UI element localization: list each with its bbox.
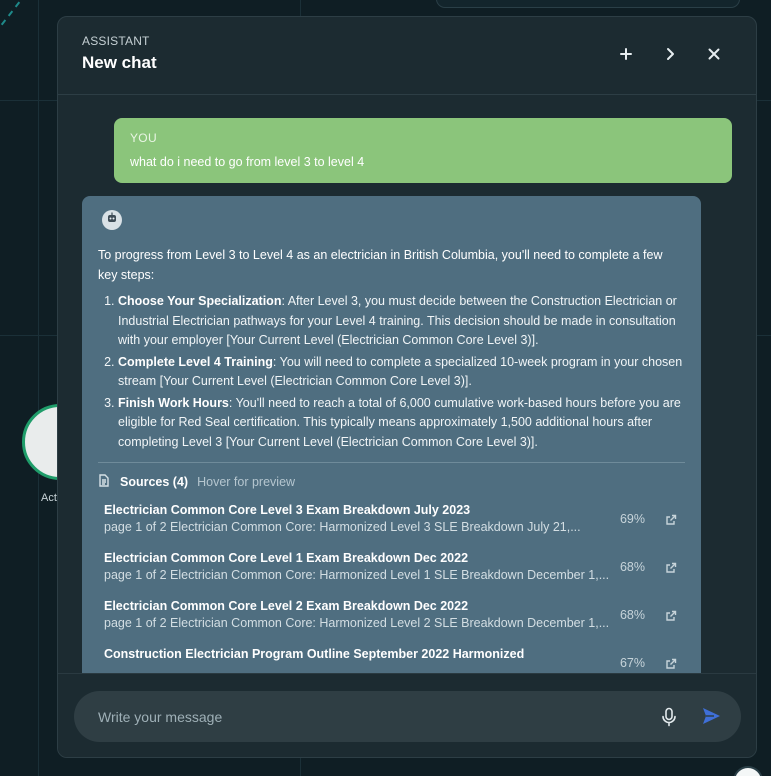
background-card [436,0,740,8]
plus-icon [618,46,634,67]
source-score: 67% [619,656,645,670]
source-list: Electrician Common Core Level 3 Exam Bre… [98,502,685,675]
robot-icon [105,211,119,230]
source-snippet: page 1 of 2 Electrician Common Core: Har… [104,520,581,534]
source-score: 68% [619,608,645,622]
step-title: Finish Work Hours [118,395,229,410]
chevron-right-icon [662,46,678,67]
source-title: Electrician Common Core Level 3 Exam Bre… [104,503,471,517]
microphone-icon [660,707,678,731]
panel-header: ASSISTANT New chat [58,17,756,95]
source-snippet: page 1 of 2 Electrician Common Core: Har… [104,568,610,582]
assistant-panel: ASSISTANT New chat YOU what do i need to… [57,16,757,758]
background-grid-line [38,0,39,776]
composer-area [58,673,756,757]
sources-hint: Hover for preview [197,475,296,489]
source-snippet: page 1 of 2 Electrician Common Core: Har… [104,616,610,630]
collapse-panel-button[interactable] [659,45,681,67]
external-link-icon[interactable] [665,657,677,669]
assistant-intro: To progress from Level 3 to Level 4 as a… [98,248,663,282]
send-button[interactable] [700,705,724,729]
step-title: Choose Your Specialization [118,294,282,308]
background-node-label: Act [41,492,57,504]
assistant-message: To progress from Level 3 to Level 4 as a… [82,196,701,675]
message-composer [74,691,741,742]
send-icon [700,708,722,731]
sources-header: Sources (4) Hover for preview [98,474,685,490]
user-message: YOU what do i need to go from level 3 to… [114,118,732,183]
list-item: Choose Your Specialization: After Level … [118,292,685,351]
message-list[interactable]: YOU what do i need to go from level 3 to… [58,95,756,675]
external-link-icon[interactable] [665,513,677,525]
user-role-label: YOU [130,131,157,145]
sources-label: Sources (4) [120,475,189,489]
close-icon [706,46,722,67]
list-item: Finish Work Hours: You'll need to reach … [118,394,685,453]
background-connector [0,0,28,26]
message-input[interactable] [98,691,638,742]
external-link-icon[interactable] [665,609,677,621]
source-title: Electrician Common Core Level 1 Exam Bre… [104,551,469,565]
step-title: Complete Level 4 Training [118,354,273,369]
source-item[interactable]: Electrician Common Core Level 1 Exam Bre… [98,550,685,598]
assistant-avatar [102,210,122,230]
source-score: 68% [619,560,645,574]
user-message-text: what do i need to go from level 3 to lev… [130,155,365,169]
source-title: Electrician Common Core Level 2 Exam Bre… [104,599,469,613]
list-item: Complete Level 4 Training: You will need… [118,353,685,392]
source-item[interactable]: Electrician Common Core Level 3 Exam Bre… [98,502,685,550]
voice-input-button[interactable] [660,707,678,727]
source-item[interactable]: Construction Electrician Program Outline… [98,646,685,675]
background-help-button[interactable] [733,766,763,776]
close-button[interactable] [703,45,725,67]
source-score: 69% [619,512,645,526]
source-title: Construction Electrician Program Outline… [104,647,525,661]
source-item[interactable]: Electrician Common Core Level 2 Exam Bre… [98,598,685,646]
divider [98,462,685,463]
external-link-icon[interactable] [665,561,677,573]
document-icon [98,474,120,490]
steps-list: Choose Your Specialization: After Level … [98,292,685,452]
new-chat-button[interactable] [615,45,637,67]
